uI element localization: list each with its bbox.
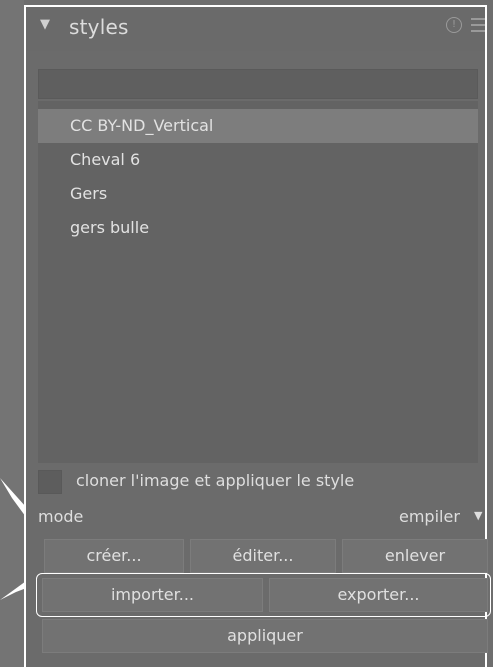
mode-label: mode [38, 507, 84, 526]
panel-title: styles [69, 15, 129, 39]
style-item[interactable]: Cheval 6 [38, 143, 478, 177]
style-item[interactable]: Gers [38, 177, 478, 211]
mode-dropdown[interactable]: empiler [399, 507, 460, 526]
remove-button[interactable]: enlever [342, 539, 488, 573]
edit-button[interactable]: éditer... [190, 539, 336, 573]
styles-panel: ▼ styles ! CC BY-ND_Vertical Cheval 6 Ge… [24, 5, 491, 667]
collapse-arrow-icon[interactable]: ▼ [40, 17, 50, 32]
create-button[interactable]: créer... [44, 539, 184, 573]
styles-search-input[interactable] [38, 69, 478, 99]
reset-icon[interactable]: ! [446, 17, 462, 33]
style-item[interactable]: gers bulle [38, 211, 478, 245]
import-button[interactable]: importer... [42, 578, 263, 612]
duplicate-checkbox-label: cloner l'image et appliquer le style [76, 471, 355, 490]
dropdown-arrow-icon[interactable]: ▼ [474, 509, 482, 522]
apply-button[interactable]: appliquer [42, 619, 488, 653]
styles-list[interactable]: CC BY-ND_Vertical Cheval 6 Gers gers bul… [38, 101, 478, 463]
panel-header[interactable]: ▼ styles ! [26, 7, 485, 51]
duplicate-checkbox[interactable] [38, 470, 62, 494]
style-item[interactable]: CC BY-ND_Vertical [38, 109, 478, 143]
presets-menu-icon[interactable] [471, 18, 485, 32]
export-button[interactable]: exporter... [269, 578, 488, 612]
